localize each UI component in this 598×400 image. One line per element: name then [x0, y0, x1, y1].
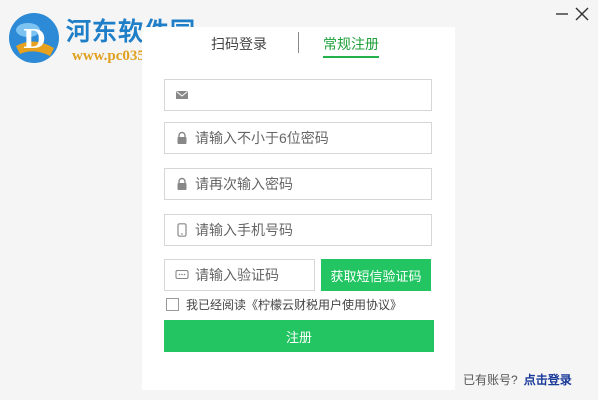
has-account-text: 已有账号? [463, 373, 518, 387]
close-icon[interactable] [572, 4, 592, 24]
tab-scan-login[interactable]: 扫码登录 [211, 34, 267, 54]
password-field [164, 122, 432, 154]
email-input[interactable] [195, 80, 425, 110]
tab-divider [298, 32, 299, 53]
phone-field [164, 214, 432, 246]
message-icon [175, 269, 189, 280]
lock-icon [177, 131, 187, 144]
login-prompt: 已有账号? 点击登录 [463, 371, 572, 388]
minimize-icon[interactable] [552, 4, 572, 24]
verification-code-field [164, 259, 315, 291]
confirm-password-input[interactable] [195, 169, 425, 199]
agreement-checkbox[interactable] [166, 298, 179, 311]
email-field [164, 79, 432, 111]
password-input[interactable] [195, 123, 425, 153]
verification-code-input[interactable] [195, 260, 310, 290]
phone-input[interactable] [195, 215, 425, 245]
svg-text:D: D [23, 25, 46, 55]
agreement-label[interactable]: 我已经阅读《柠檬云财税用户使用协议》 [186, 296, 402, 313]
envelope-icon [176, 91, 188, 99]
lock-icon [177, 177, 187, 190]
get-sms-code-button[interactable]: 获取短信验证码 [321, 259, 431, 291]
tab-regular-register[interactable]: 常规注册 [323, 34, 379, 58]
phone-icon [177, 223, 187, 237]
register-button[interactable]: 注册 [164, 320, 434, 352]
login-link[interactable]: 点击登录 [524, 373, 572, 387]
confirm-password-field [164, 168, 432, 200]
globe-logo-icon: D [9, 13, 59, 63]
